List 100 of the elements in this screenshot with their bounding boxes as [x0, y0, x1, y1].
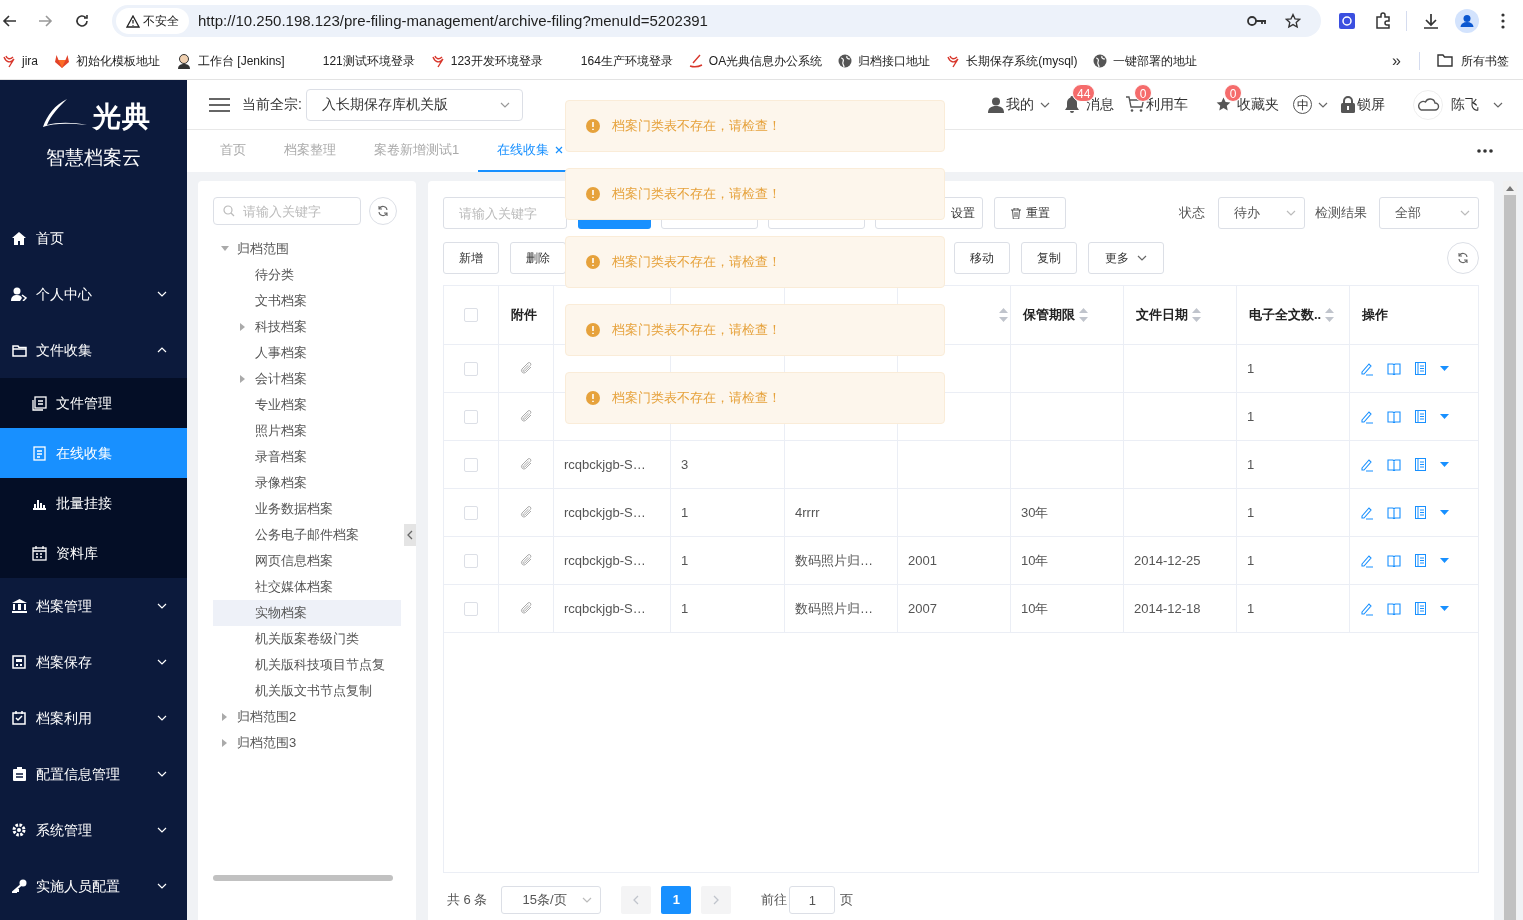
fonds-select[interactable]: 入长期保存库机关版 [305, 88, 523, 121]
bookmark-item[interactable]: jira [2, 51, 38, 70]
document-icon[interactable] [1415, 362, 1426, 375]
result-select[interactable]: 全部 [1379, 197, 1479, 229]
all-bookmarks-button[interactable]: 所有书签 [1437, 51, 1509, 70]
column-header[interactable]: 电子全文数.. [1237, 286, 1350, 344]
sidebar-menu-item[interactable]: 系统管理 [0, 802, 187, 858]
sidebar-menu-item[interactable]: 首页 [0, 210, 187, 266]
goto-page-field[interactable]: 1 [789, 886, 836, 914]
sidebar-menu-item[interactable]: 档案管理 [0, 578, 187, 634]
bookmark-item[interactable]: 121测试环境登录 [322, 51, 415, 70]
tree-node[interactable]: 机关版文书节点复制 [213, 678, 401, 704]
document-icon[interactable] [1415, 458, 1426, 471]
pencil-icon[interactable] [1360, 361, 1373, 376]
tree-node[interactable]: 社交媒体档案 [213, 574, 401, 600]
book-icon[interactable] [1387, 554, 1401, 567]
tree-node[interactable]: 录音档案 [213, 444, 401, 470]
checkbox[interactable] [464, 505, 478, 520]
sort-icon[interactable] [1325, 308, 1335, 322]
pencil-icon[interactable] [1360, 409, 1373, 424]
document-icon[interactable] [1415, 410, 1426, 423]
tree-node[interactable]: 业务数据档案 [213, 496, 401, 522]
checkbox[interactable] [464, 457, 478, 472]
paperclip-icon[interactable] [519, 410, 533, 423]
user-menu-button[interactable]: 陈飞 [1413, 89, 1503, 120]
tree-node[interactable]: 公务电子邮件档案 [213, 522, 401, 548]
tree-node[interactable]: 会计档案 [213, 366, 401, 392]
tree-node[interactable]: 专业档案 [213, 392, 401, 418]
horizontal-scrollbar[interactable] [213, 875, 393, 881]
toolbar-button[interactable]: 删除 [510, 242, 566, 274]
bookmark-item[interactable]: 归档接口地址 [838, 51, 931, 70]
sort-icon[interactable] [1079, 308, 1088, 322]
search-field[interactable]: 请输入关键字 [443, 197, 567, 229]
sidebar-menu-item[interactable]: 个人中心 [0, 266, 187, 322]
checkbox[interactable] [464, 361, 478, 376]
paperclip-icon[interactable] [519, 506, 533, 519]
bookmark-item[interactable]: 一键部署的地址 [1093, 51, 1198, 70]
security-chip[interactable]: 不安全 [116, 8, 189, 34]
key-icon[interactable] [1247, 15, 1267, 27]
sort-icon[interactable] [1192, 308, 1201, 322]
tree-node[interactable]: 文书档案 [213, 288, 401, 314]
back-icon[interactable] [2, 13, 18, 29]
more-bookmarks-button[interactable]: » [1392, 48, 1401, 73]
book-icon[interactable] [1387, 602, 1401, 615]
sort-icon[interactable] [999, 308, 1008, 322]
tree-node[interactable]: 归档范围 [213, 236, 401, 262]
sidebar-menu-item[interactable]: 档案保存 [0, 634, 187, 690]
profile-icon[interactable] [1455, 9, 1479, 33]
caret-down-icon[interactable] [1440, 461, 1449, 468]
tree-node[interactable]: 待分类 [213, 262, 401, 288]
column-header[interactable]: 保管期限 [1011, 286, 1124, 344]
pencil-icon[interactable] [1360, 457, 1373, 472]
sidebar-menu-item[interactable]: 实施人员配置 [0, 858, 187, 914]
bookmark-star-icon[interactable] [1285, 13, 1301, 29]
book-icon[interactable] [1387, 506, 1401, 519]
header-lock-button[interactable]: 锁屏 [1341, 94, 1385, 115]
menu-icon[interactable] [209, 96, 230, 113]
checkbox[interactable] [464, 409, 478, 424]
toolbar-button[interactable]: 新增 [443, 242, 499, 274]
bookmark-item[interactable]: 工作台 [Jenkins] [176, 51, 285, 70]
book-icon[interactable] [1387, 362, 1401, 375]
pencil-icon[interactable] [1360, 553, 1373, 568]
book-icon[interactable] [1387, 410, 1401, 423]
paperclip-icon[interactable] [519, 554, 533, 567]
close-icon[interactable] [555, 146, 564, 154]
address-bar[interactable]: 不安全 http://10.250.198.123/pre-filing-management/archive-filing?menuId=5202391 [112, 5, 1321, 37]
caret-down-icon[interactable] [1440, 605, 1449, 612]
document-icon[interactable] [1415, 602, 1426, 615]
caret-down-icon[interactable] [1440, 509, 1449, 516]
scrollbar-thumb[interactable] [1504, 195, 1516, 920]
sidebar-menu-item[interactable]: 文件收集 [0, 322, 187, 378]
status-select[interactable]: 待办 [1218, 197, 1305, 229]
forward-icon[interactable] [37, 13, 53, 29]
sidebar-submenu-item[interactable]: 文件管理 [0, 378, 187, 428]
paperclip-icon[interactable] [519, 362, 533, 375]
pencil-icon[interactable] [1360, 601, 1373, 616]
page-size-select[interactable]: 15条/页 [501, 886, 602, 914]
search-field[interactable]: 请输入关键字 [213, 197, 361, 225]
book-icon[interactable] [1387, 458, 1401, 471]
bookmark-item[interactable]: OA光典信息办公系统 [688, 51, 823, 70]
bookmark-item[interactable]: 164生产环境登录 [580, 51, 673, 70]
download-icon[interactable] [1422, 12, 1440, 30]
toolbar-button[interactable]: 更多 [1088, 242, 1164, 274]
sidebar-menu-item[interactable]: 档案利用 [0, 690, 187, 746]
pencil-icon[interactable] [1360, 505, 1373, 520]
sidebar-menu-item[interactable]: 配置信息管理 [0, 746, 187, 802]
tree-node[interactable]: 机关版科技项目节点复 [213, 652, 401, 678]
column-header[interactable]: 文件日期 [1124, 286, 1237, 344]
reset-button[interactable]: 重置 [994, 197, 1066, 229]
bookmark-item[interactable]: 长期保存系统(mysql) [946, 51, 1078, 70]
document-icon[interactable] [1415, 554, 1426, 567]
header-profile-button[interactable]: 我的 [988, 94, 1050, 115]
checkbox[interactable] [464, 601, 478, 616]
collapse-handle[interactable] [404, 524, 416, 546]
toolbar-button[interactable]: 复制 [1021, 242, 1077, 274]
sidebar-submenu-item[interactable]: 批量挂接 [0, 478, 187, 528]
tree-node[interactable]: 网页信息档案 [213, 548, 401, 574]
toolbar-button[interactable]: 移动 [954, 242, 1010, 274]
sidebar-submenu-item[interactable]: 资料库 [0, 528, 187, 578]
tree-node[interactable]: 归档范围2 [213, 704, 401, 730]
